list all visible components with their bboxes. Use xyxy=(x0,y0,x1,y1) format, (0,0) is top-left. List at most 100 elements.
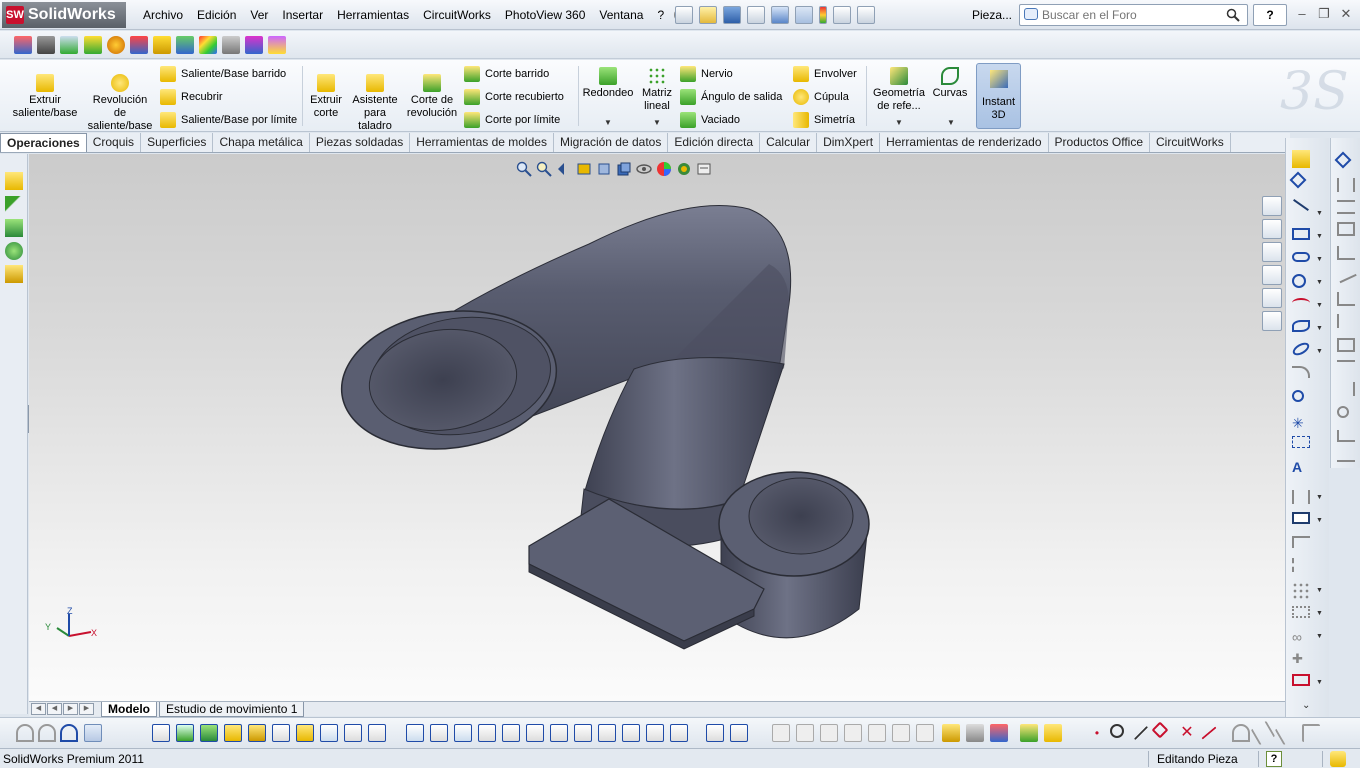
tab-calcular[interactable]: Calcular xyxy=(760,133,818,152)
tab-herramientas-moldes[interactable]: Herramientas de moldes xyxy=(410,133,554,152)
view-settings-icon[interactable] xyxy=(696,161,712,177)
feature-manager-icon[interactable] xyxy=(5,172,23,190)
horizontal-relation-icon[interactable] xyxy=(1337,360,1355,374)
hammer-icon[interactable] xyxy=(222,36,240,54)
filter-gtol-icon[interactable] xyxy=(550,724,568,742)
repair-sketch-icon[interactable]: ✚ xyxy=(1292,650,1310,668)
instant3d-button[interactable]: Instant 3D xyxy=(976,63,1021,129)
filter-surface-finish-icon[interactable] xyxy=(526,724,544,742)
spline-dropdown-icon[interactable]: ▼ xyxy=(1316,325,1323,332)
zoom-to-area-icon[interactable] xyxy=(536,161,552,177)
tab-operaciones[interactable]: Operaciones xyxy=(0,133,87,152)
filter-datum-icon[interactable] xyxy=(502,724,520,742)
extrude-boss-button[interactable]: Extruir saliente/base xyxy=(12,74,78,120)
minimize-icon[interactable]: – xyxy=(1292,6,1312,22)
linear-sketch-pattern-icon[interactable] xyxy=(1292,582,1310,600)
rebuild-traffic-light-icon[interactable] xyxy=(819,6,827,24)
filter-clear-icon[interactable] xyxy=(38,724,56,742)
mirror-entities-icon[interactable] xyxy=(1292,558,1310,572)
swept-cut-button[interactable]: Corte barrido xyxy=(464,66,549,82)
search-icon[interactable] xyxy=(1226,8,1240,22)
snap-intersection-icon[interactable]: ✕ xyxy=(1178,724,1196,742)
vertical-relation-icon[interactable] xyxy=(1337,382,1355,396)
filter-weld-icon[interactable] xyxy=(478,724,496,742)
convert-dropdown-icon[interactable]: ▼ xyxy=(1316,517,1323,524)
filter-surface-bodies-icon[interactable] xyxy=(200,724,218,742)
file-explorer-icon[interactable] xyxy=(1262,242,1282,262)
ellipse-icon[interactable] xyxy=(1290,340,1312,358)
menu-ver[interactable]: Ver xyxy=(243,8,275,22)
filter-planes-icon[interactable] xyxy=(272,724,290,742)
menu-circuitworks[interactable]: CircuitWorks xyxy=(416,8,498,22)
text-icon[interactable]: A xyxy=(1292,458,1310,476)
last-tab-icon[interactable]: ▶ xyxy=(79,703,94,715)
section-view-icon[interactable] xyxy=(576,161,592,177)
menu-herramientas[interactable]: Herramientas xyxy=(330,8,416,22)
mirror-button[interactable]: Simetría xyxy=(793,112,855,128)
status-help-icon[interactable]: ? xyxy=(1266,751,1282,767)
wrap-button[interactable]: Envolver xyxy=(793,66,857,82)
filter-vertices-icon[interactable] xyxy=(320,724,338,742)
circle-icon[interactable] xyxy=(1292,274,1306,288)
menu-help[interactable]: ? xyxy=(650,8,671,22)
revolve-cut-button[interactable]: Corte de revolución xyxy=(404,74,460,120)
arc-dropdown-icon[interactable]: ▼ xyxy=(1316,302,1323,309)
snap-tangent-icon[interactable] xyxy=(1201,726,1217,740)
snap-center-icon[interactable] xyxy=(1110,724,1124,738)
dimxpert-icon[interactable] xyxy=(245,36,263,54)
vertical-dimension-icon[interactable] xyxy=(1337,200,1355,214)
hide-show-items-icon[interactable] xyxy=(636,161,652,177)
help-button[interactable]: ? xyxy=(1253,4,1287,26)
view-palette-icon[interactable] xyxy=(1262,265,1282,285)
fix-relation-icon[interactable] xyxy=(1337,406,1349,418)
filter-notes-icon[interactable] xyxy=(430,724,448,742)
filter-sketch-segments-icon[interactable] xyxy=(344,724,362,742)
relations-dropdown-icon[interactable]: ▼ xyxy=(1316,633,1323,640)
centerline-icon[interactable] xyxy=(1292,436,1310,448)
tab-migracion-datos[interactable]: Migración de datos xyxy=(554,133,669,152)
filter-tables-icon[interactable] xyxy=(730,724,748,742)
view-back-icon[interactable] xyxy=(796,724,814,742)
revolve-boss-button[interactable]: Revolución de saliente/base xyxy=(86,74,154,133)
dome-button[interactable]: Cúpula xyxy=(793,89,849,105)
relations-2-icon[interactable] xyxy=(1337,338,1355,352)
filter-sketch-points-icon[interactable] xyxy=(296,724,314,742)
reference-geometry-button[interactable]: Geometría de refe... xyxy=(872,67,926,113)
filter-centerlines-icon[interactable] xyxy=(706,724,724,742)
close-icon[interactable]: ✕ xyxy=(1336,6,1356,22)
extrude-cut-button[interactable]: Extruir corte xyxy=(306,74,346,120)
filter-all-icon[interactable] xyxy=(60,724,78,742)
pattern-sketch-dropdown-icon[interactable]: ▼ xyxy=(1316,587,1323,594)
section-view-icon[interactable] xyxy=(130,36,148,54)
measure-icon[interactable] xyxy=(176,36,194,54)
quick-snaps-icon[interactable] xyxy=(990,724,1008,742)
menu-edicion[interactable]: Edición xyxy=(190,8,243,22)
slot-dropdown-icon[interactable]: ▼ xyxy=(1316,256,1323,263)
slot-icon[interactable] xyxy=(1292,252,1310,262)
solidworks-logo[interactable]: SW SolidWorks xyxy=(2,2,126,28)
property-manager-icon[interactable] xyxy=(5,196,23,214)
fillet-button[interactable]: Redondeo xyxy=(582,67,634,100)
options-icon[interactable] xyxy=(857,6,875,24)
swept-boss-button[interactable]: Saliente/Base barrido xyxy=(160,66,286,82)
display-relations-icon[interactable]: ∞ xyxy=(1292,628,1310,646)
tab-croquis[interactable]: Croquis xyxy=(87,133,142,152)
shell-button[interactable]: Vaciado xyxy=(680,112,740,128)
undo-icon[interactable] xyxy=(771,6,789,24)
view-front-icon[interactable] xyxy=(772,724,790,742)
reference-geometry-dropdown-icon[interactable]: ▼ xyxy=(895,118,903,127)
save-icon[interactable] xyxy=(723,6,741,24)
snap-perpendicular-icon[interactable] xyxy=(1232,724,1250,742)
relations-icon[interactable] xyxy=(84,36,102,54)
snap-grid-icon[interactable] xyxy=(1302,724,1320,742)
move-dropdown-icon[interactable]: ▼ xyxy=(1316,610,1323,617)
snap-horizontal-icon[interactable] xyxy=(1274,720,1300,746)
view-bottom-icon[interactable] xyxy=(892,724,910,742)
color-cube-icon[interactable] xyxy=(199,36,217,54)
tab-circuitworks[interactable]: CircuitWorks xyxy=(1150,133,1231,152)
dimension-display-icon[interactable] xyxy=(1337,450,1355,462)
graphics-viewport[interactable]: X Y Z xyxy=(29,154,1285,701)
previous-view-icon[interactable] xyxy=(556,161,572,177)
filter-faces-icon[interactable] xyxy=(176,724,194,742)
chamfer-dimension-icon[interactable] xyxy=(1337,292,1355,306)
